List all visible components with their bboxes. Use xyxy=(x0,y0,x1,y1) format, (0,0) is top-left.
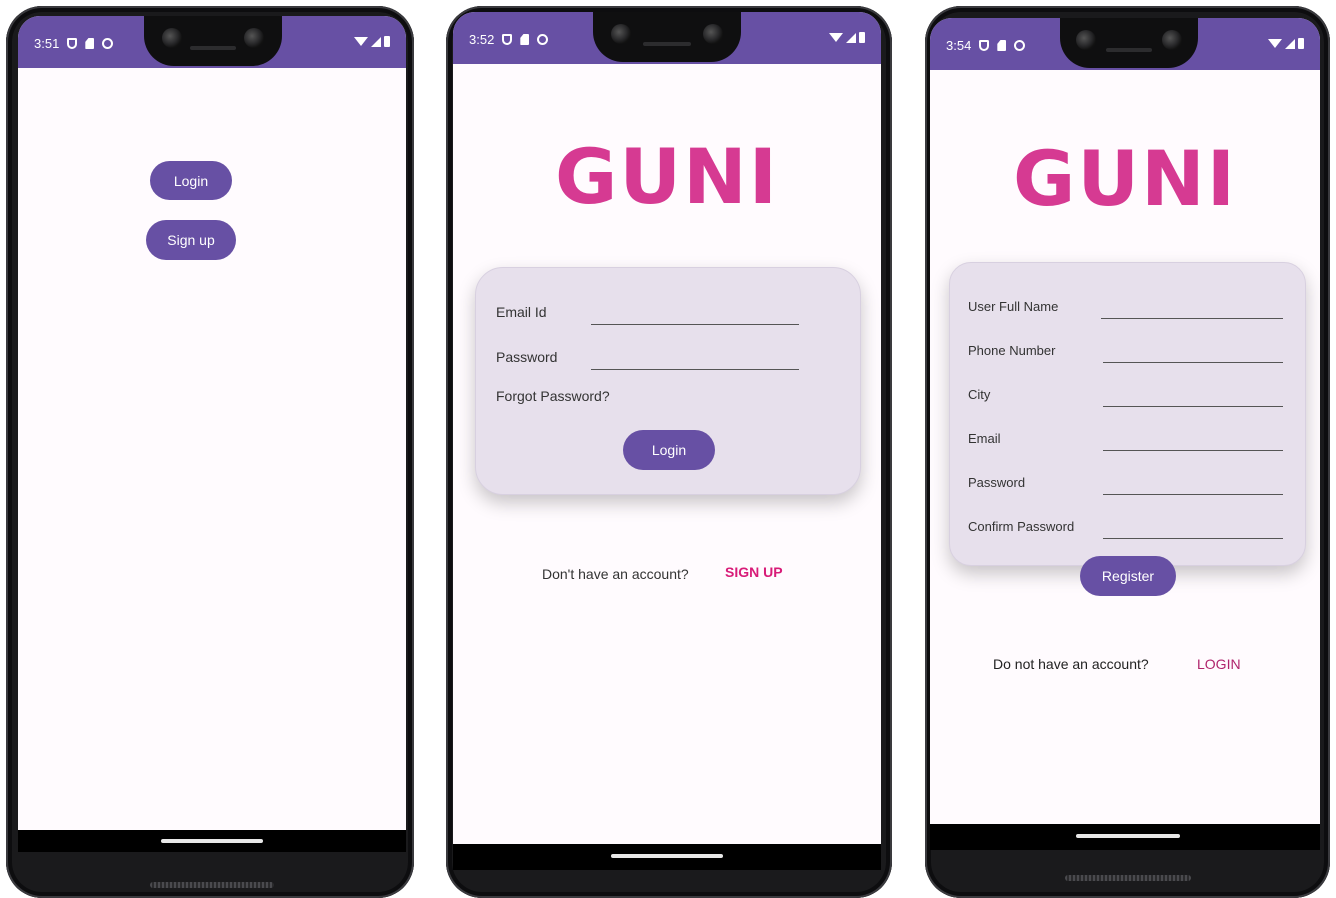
phone-frame-home: 3:51 Login Sign up xyxy=(6,6,414,898)
battery-icon xyxy=(384,36,390,47)
status-time: 3:52 xyxy=(469,32,495,47)
sync-icon xyxy=(1014,40,1026,51)
login-form-card: Email Id Password Forgot Password? Login xyxy=(475,267,861,495)
battery-icon xyxy=(859,32,865,43)
signal-icon xyxy=(1285,38,1295,49)
front-camera-icon xyxy=(703,24,723,44)
home-indicator[interactable] xyxy=(611,854,723,858)
phone-label: Phone Number xyxy=(968,343,1056,358)
signal-icon xyxy=(371,36,381,47)
shield-icon xyxy=(502,34,513,45)
bottom-speaker xyxy=(150,882,274,888)
confirm-password-label: Confirm Password xyxy=(968,519,1075,534)
city-label: City xyxy=(968,387,991,402)
home-indicator[interactable] xyxy=(161,839,263,843)
phone-frame-login: 3:52 GUNI Email Id Password Forgot Passw… xyxy=(446,6,892,898)
front-camera-icon xyxy=(1076,30,1096,50)
wifi-icon xyxy=(1268,39,1282,48)
register-button[interactable]: Register xyxy=(1080,556,1176,596)
earpiece-speaker xyxy=(190,46,236,50)
home-signup-button[interactable]: Sign up xyxy=(146,220,236,260)
email-label: Email Id xyxy=(496,304,547,320)
password-label: Password xyxy=(496,349,558,365)
sd-card-icon xyxy=(520,34,530,45)
signup-link[interactable]: SIGN UP xyxy=(725,564,783,580)
earpiece-speaker xyxy=(1106,48,1152,52)
password-field[interactable] xyxy=(591,369,799,370)
login-prompt: Do not have an account? xyxy=(993,656,1149,672)
register-screen: 3:54 GUNI User Full Name Phone Number Ci… xyxy=(930,18,1320,824)
shield-icon xyxy=(979,40,990,51)
camera-notch xyxy=(1060,18,1198,68)
wifi-icon xyxy=(354,37,368,46)
forgot-password-link[interactable]: Forgot Password? xyxy=(496,388,610,404)
password-field[interactable] xyxy=(1103,494,1283,495)
email-label: Email xyxy=(968,431,1001,446)
sd-card-icon xyxy=(85,38,95,49)
earpiece-speaker xyxy=(643,42,691,46)
signal-icon xyxy=(846,32,856,43)
front-camera-icon xyxy=(162,28,182,48)
phone-frame-register: 3:54 GUNI User Full Name Phone Number Ci… xyxy=(925,6,1330,898)
signup-prompt: Don't have an account? xyxy=(542,566,689,582)
shield-icon xyxy=(67,38,78,49)
city-field[interactable] xyxy=(1103,406,1283,407)
confirm-password-field[interactable] xyxy=(1103,538,1283,539)
home-indicator[interactable] xyxy=(1076,834,1180,838)
sync-icon xyxy=(537,34,549,45)
guni-logo: GUNI xyxy=(1013,134,1237,223)
register-form-card: User Full Name Phone Number City Email P… xyxy=(949,262,1306,566)
status-time: 3:54 xyxy=(946,38,972,53)
email-field[interactable] xyxy=(1103,450,1283,451)
sd-card-icon xyxy=(997,40,1007,51)
bottom-speaker xyxy=(1065,875,1191,881)
front-camera-icon xyxy=(244,28,264,48)
nav-bar xyxy=(453,844,881,870)
home-screen: 3:51 Login Sign up xyxy=(18,16,406,830)
login-button[interactable]: Login xyxy=(623,430,715,470)
full-name-field[interactable] xyxy=(1101,318,1283,319)
guni-logo: GUNI xyxy=(555,132,779,221)
front-camera-icon xyxy=(1162,30,1182,50)
front-camera-icon xyxy=(611,24,631,44)
sync-icon xyxy=(102,38,114,49)
status-time: 3:51 xyxy=(34,36,60,51)
nav-bar xyxy=(930,824,1320,850)
login-link[interactable]: LOGIN xyxy=(1197,656,1241,672)
camera-notch xyxy=(593,12,741,62)
camera-notch xyxy=(144,16,282,66)
home-login-button[interactable]: Login xyxy=(150,161,232,200)
login-screen: 3:52 GUNI Email Id Password Forgot Passw… xyxy=(453,12,881,844)
battery-icon xyxy=(1298,38,1304,49)
phone-field[interactable] xyxy=(1103,362,1283,363)
wifi-icon xyxy=(829,33,843,42)
email-field[interactable] xyxy=(591,324,799,325)
full-name-label: User Full Name xyxy=(968,299,1059,314)
nav-bar xyxy=(18,830,406,852)
password-label: Password xyxy=(968,475,1026,490)
